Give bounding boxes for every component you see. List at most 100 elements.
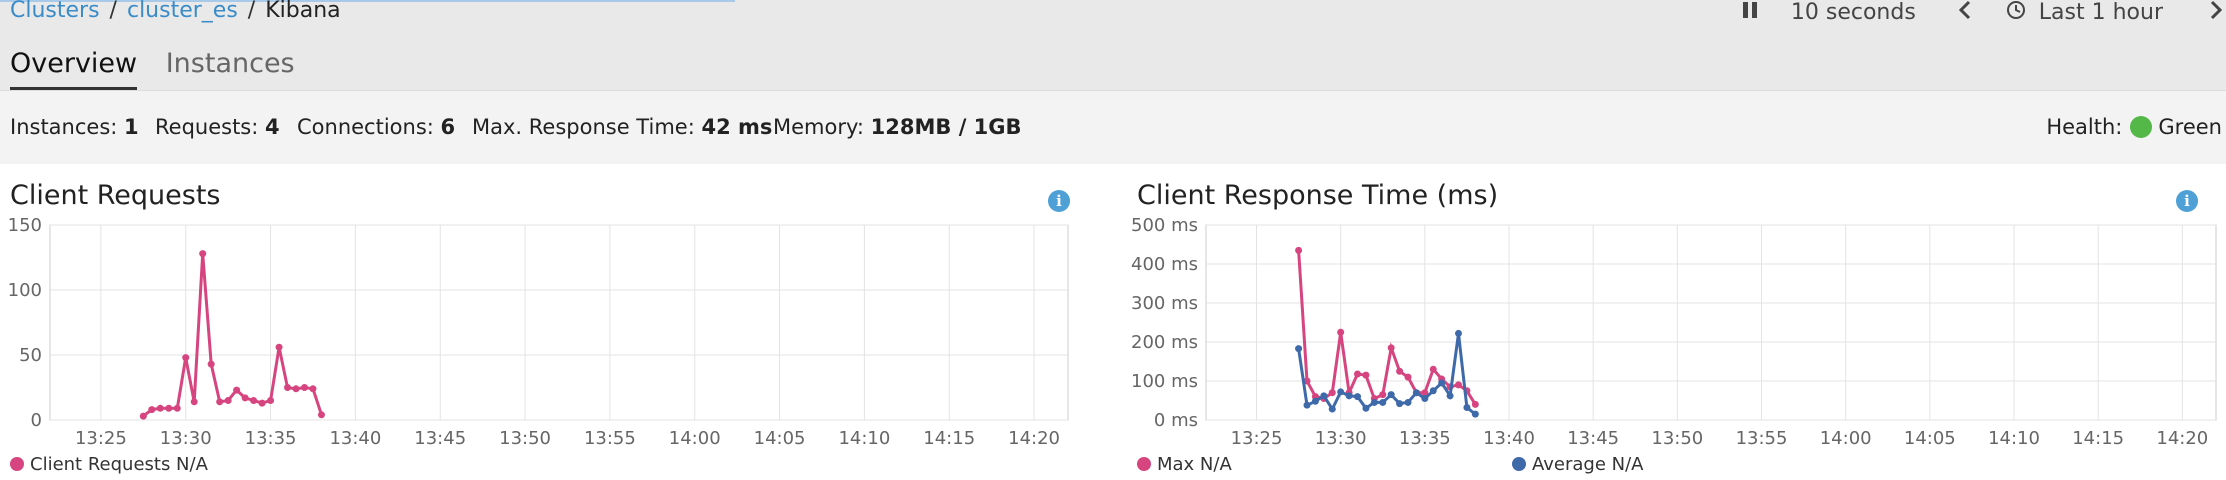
time-range-button[interactable]: Last 1 hour — [2039, 1, 2163, 24]
y-tick-label: 500 ms — [1131, 215, 1198, 236]
breadcrumb-cluster-link[interactable]: cluster_es — [127, 0, 238, 23]
data-point — [173, 404, 181, 412]
data-point — [156, 404, 164, 412]
data-point — [1362, 371, 1370, 379]
x-tick-label: 14:05 — [754, 428, 806, 449]
data-point — [1446, 392, 1454, 400]
data-point — [1328, 405, 1336, 413]
x-tick-label: 13:55 — [584, 428, 636, 449]
top-bar: Clusters / cluster_es / Kibana Overview Inst… — [0, 0, 2226, 90]
stat-value: 1 — [124, 115, 139, 139]
breadcrumb-clusters-link[interactable]: Clusters — [10, 0, 100, 23]
data-point — [1295, 246, 1303, 254]
data-point — [148, 406, 156, 414]
data-point — [1354, 370, 1361, 378]
stat-label: Max. Response Time: — [472, 115, 695, 139]
data-point — [1370, 398, 1378, 406]
stat-value: 6 — [440, 115, 456, 139]
x-tick-label: 13:25 — [1231, 428, 1283, 449]
data-point — [224, 397, 232, 404]
x-tick-label: 13:35 — [245, 428, 297, 449]
data-point — [1328, 389, 1336, 397]
breadcrumb: Clusters / cluster_es / Kibana — [10, 0, 341, 26]
stat-label: Instances: — [10, 115, 118, 139]
tab-overview[interactable]: Overview — [10, 48, 138, 90]
data-point — [301, 384, 308, 391]
x-tick-label: 14:15 — [2072, 428, 2124, 449]
legend-label: Average N/A — [1532, 454, 1644, 475]
x-tick-label: 14:10 — [1988, 428, 2040, 449]
client-response-time-chart: 0 ms 100 ms 200 ms 300 ms 400 ms 500 ms 13:25 1… — [1131, 215, 2217, 449]
legend-item[interactable]: Client Requests N/A — [10, 454, 208, 475]
y-tick-label: 100 — [8, 280, 42, 301]
data-point — [309, 385, 317, 393]
stat-value: 42 ms — [701, 115, 773, 139]
data-point — [275, 343, 283, 351]
x-tick-label: 14:20 — [2156, 428, 2208, 449]
legend-label: Max N/A — [1157, 454, 1232, 475]
stat-instances: Instances: 1 — [10, 115, 139, 139]
data-point — [1471, 410, 1479, 418]
data-point — [1404, 398, 1412, 406]
data-point — [1463, 404, 1471, 412]
x-tick-label: 14:00 — [669, 428, 721, 449]
stat-value: 4 — [265, 115, 280, 139]
data-point — [1404, 373, 1412, 381]
chevron-left-icon[interactable] — [1958, 0, 1971, 25]
tab-instances[interactable]: Instances — [166, 48, 295, 87]
client-requests-chart: 0 50 100 150 13:25 13:30 13:35 13:40 13:45 13:50 1… — [8, 215, 1069, 449]
x-tick-label: 13:45 — [414, 428, 466, 449]
data-point — [1320, 392, 1328, 400]
legend-dot-icon — [1512, 457, 1526, 471]
x-tick-label: 14:20 — [1008, 428, 1060, 449]
y-tick-label: 50 — [19, 345, 42, 366]
x-tick-label: 13:55 — [1736, 428, 1788, 449]
legend-item[interactable]: Average N/A — [1512, 454, 1643, 475]
data-point — [250, 397, 258, 404]
data-point — [1387, 344, 1395, 352]
cluster-stats-bar: Instances: 1 Requests: 4 Connections: 6 … — [0, 90, 2226, 164]
x-tick-label: 13:50 — [1651, 428, 1703, 449]
data-point — [258, 399, 266, 407]
y-tick-label: 200 ms — [1131, 332, 1198, 353]
y-tick-label: 100 ms — [1131, 371, 1198, 392]
info-icon[interactable]: i — [2176, 190, 2198, 212]
refresh-interval-button[interactable]: 10 seconds — [1791, 1, 1916, 24]
chevron-right-icon[interactable] — [2210, 0, 2223, 25]
data-point — [317, 411, 325, 419]
data-point — [284, 384, 292, 391]
legend-label: Client Requests N/A — [30, 454, 208, 475]
x-tick-label: 14:15 — [923, 428, 975, 449]
x-tick-label: 13:35 — [1399, 428, 1451, 449]
legend-item[interactable]: Max N/A — [1137, 454, 1232, 475]
y-tick-label: 0 — [31, 410, 42, 431]
data-point — [1387, 391, 1395, 399]
x-tick-label: 13:25 — [75, 428, 127, 449]
data-point — [233, 386, 241, 394]
data-point — [1303, 401, 1311, 409]
data-point — [182, 354, 190, 362]
data-point — [241, 394, 249, 402]
legend-dot-icon — [1137, 457, 1151, 471]
plot-frame — [1205, 224, 2217, 421]
pause-icon[interactable] — [1742, 0, 1758, 25]
x-tick-label: 13:45 — [1567, 428, 1619, 449]
data-point — [1311, 397, 1319, 405]
data-point — [267, 397, 275, 404]
data-point — [216, 398, 224, 406]
info-icon[interactable]: i — [1048, 190, 1070, 212]
x-tick-label: 13:30 — [1315, 428, 1367, 449]
data-point — [1295, 345, 1303, 353]
data-point — [1379, 398, 1387, 406]
breadcrumb-separator: / — [109, 0, 117, 23]
data-point — [1412, 389, 1420, 397]
x-tick-label: 14:00 — [1820, 428, 1872, 449]
data-point — [1379, 391, 1387, 399]
data-point — [1396, 400, 1404, 408]
data-point — [1455, 329, 1462, 337]
data-point — [207, 360, 215, 368]
data-point — [1345, 392, 1353, 400]
x-tick-label: 13:30 — [160, 428, 212, 449]
legend-dot-icon — [10, 457, 24, 471]
y-tick-label: 150 — [8, 215, 42, 236]
